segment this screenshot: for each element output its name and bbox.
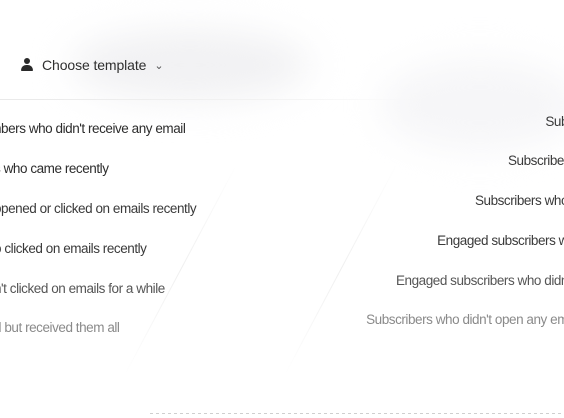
segment-option[interactable]: Sub (545, 114, 564, 130)
segment-option[interactable]: Engaged subscribers w (437, 233, 564, 249)
segment-option[interactable]: nbers who didn't receive any email (0, 121, 186, 137)
segment-option[interactable]: o clicked on emails recently (0, 241, 147, 257)
segment-option[interactable]: Subscriber (508, 153, 564, 169)
segment-option[interactable]: Subscribers who (475, 193, 564, 209)
segment-option[interactable]: opened or clicked on emails recently (0, 201, 197, 217)
segment-option[interactable]: Engaged subscribers who didn (396, 273, 564, 289)
segment-option[interactable]: Subscribers who didn't open any em (366, 312, 564, 328)
dotted-divider (150, 413, 564, 414)
segment-option[interactable]: s who came recently (0, 161, 109, 177)
segment-template-list: nbers who didn't receive any email s who… (0, 0, 564, 418)
segment-option[interactable]: d but received them all (0, 320, 120, 336)
segment-option[interactable]: n't clicked on emails for a while (0, 281, 165, 297)
